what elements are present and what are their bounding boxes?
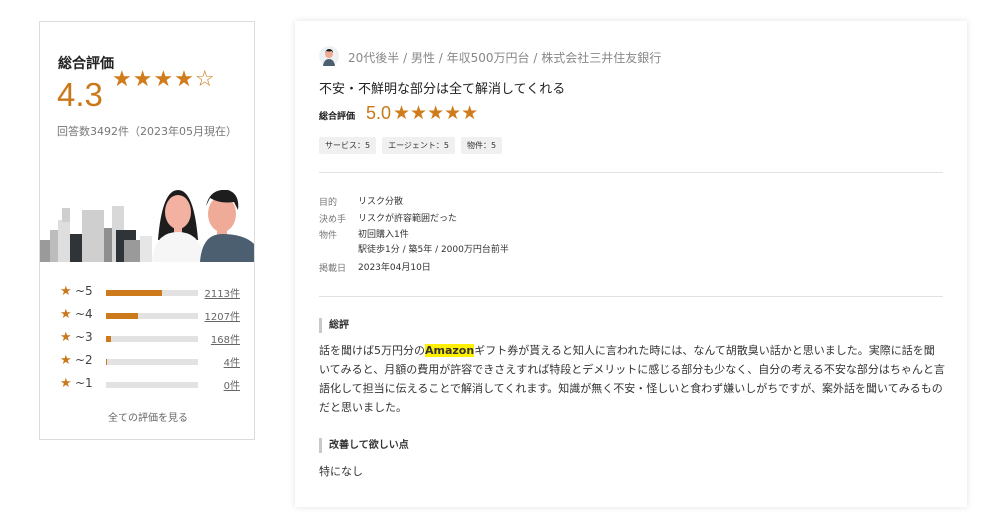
star-icon: ★ (60, 284, 72, 299)
distribution-row-5: ★ ~5 2113件 (60, 284, 240, 300)
review-rating-stars: ★★★★★ (393, 102, 479, 124)
summary-score: 4.3 (57, 76, 103, 113)
overall-text: 話を聞けば5万円分のAmazonギフト券が貰えると知人に言われた時には、なんて胡… (319, 344, 945, 414)
tag-agent: エージェント：5 (382, 137, 456, 154)
review-title: 不安・不鮮明な部分は全て解消してくれる (319, 82, 566, 97)
distribution-bar (106, 359, 198, 365)
distribution-bar (106, 313, 198, 319)
tag-property: 物件：5 (461, 137, 503, 154)
reviewer-meta: 20代後半 / 男性 / 年収500万円台 / 株式会社三井住友銀行 (348, 51, 662, 65)
distribution-count-link[interactable]: 2113件 (205, 285, 240, 300)
review-rating-label: 総合評価 (319, 112, 356, 122)
star-icon: ★ (60, 376, 72, 391)
star-icon: ★ (60, 353, 72, 368)
response-count: 回答数3492件（2023年05月現在） (57, 125, 237, 138)
view-all-reviews-link[interactable]: 全ての評価を見る (40, 409, 254, 424)
tag-service: サービス：5 (319, 137, 377, 154)
distribution-row-4: ★ ~4 1207件 (60, 307, 240, 323)
distribution-bar (106, 336, 198, 342)
distribution-count-link[interactable]: 0件 (224, 377, 240, 392)
distribution-bar (106, 382, 198, 388)
highlighted-keyword: Amazon (425, 344, 475, 357)
summary-title: 総合評価 (58, 56, 114, 72)
overall-heading: 総評 (319, 318, 349, 333)
review-card: 20代後半 / 男性 / 年収500万円台 / 株式会社三井住友銀行 不安・不鮮… (295, 21, 967, 507)
star-icon: ★ (60, 330, 72, 345)
distribution-row-2: ★ ~2 4件 (60, 353, 240, 369)
distribution-bar (106, 290, 198, 296)
sub-rating-tags: サービス：5 エージェント：5 物件：5 (319, 137, 503, 154)
improvement-text: 特になし (319, 465, 363, 478)
star-icon: ★ (60, 307, 72, 322)
distribution-row-1: ★ ~1 0件 (60, 376, 240, 392)
distribution-count-link[interactable]: 1207件 (205, 308, 240, 323)
divider (319, 296, 943, 297)
distribution-count-link[interactable]: 168件 (211, 331, 240, 346)
summary-stars: ★★★★☆ (112, 67, 216, 92)
distribution-row-3: ★ ~3 168件 (60, 330, 240, 346)
divider (319, 172, 943, 173)
distribution-count-link[interactable]: 4件 (224, 354, 240, 369)
people-city-illustration (40, 190, 254, 262)
avatar (319, 46, 339, 66)
review-rating-score: 5.0 (366, 103, 392, 123)
improvement-heading: 改善して欲しい点 (319, 438, 409, 453)
rating-summary-card: 総合評価 4.3 ★★★★☆ 回答数3492件（2023年05月現在） ★ ~5… (39, 21, 255, 440)
